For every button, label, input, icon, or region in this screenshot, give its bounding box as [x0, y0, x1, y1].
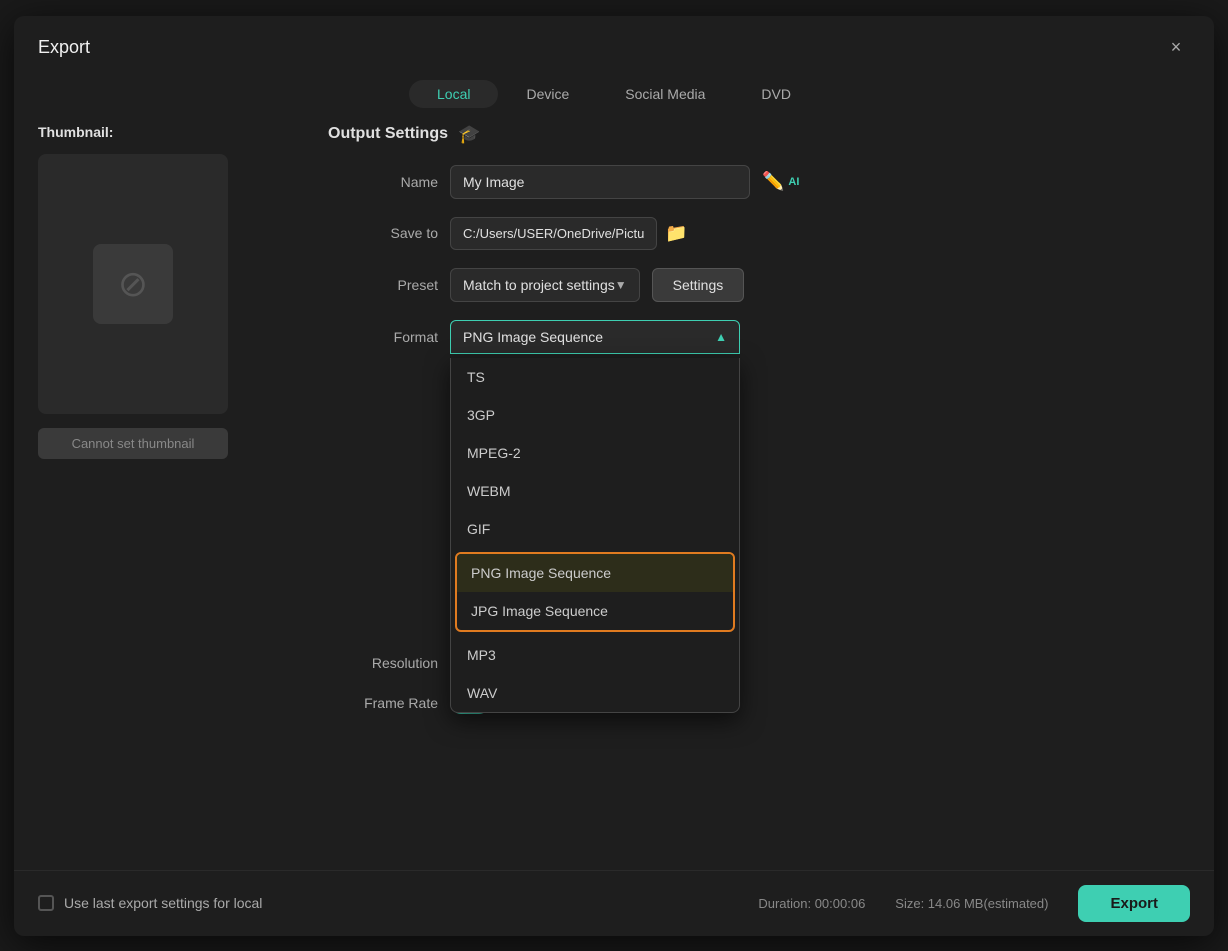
chevron-up-icon: ▲	[715, 330, 727, 344]
tab-dvd[interactable]: DVD	[733, 80, 819, 108]
main-content: Thumbnail: ⊘ Cannot set thumbnail Output…	[14, 124, 1214, 870]
ai-icon: ✏️	[762, 171, 784, 192]
tab-social-media[interactable]: Social Media	[597, 80, 733, 108]
preset-select-row: Match to project settings ▼ Settings	[450, 268, 744, 302]
export-button[interactable]: Export	[1078, 885, 1190, 922]
ai-label: AI	[788, 176, 799, 188]
right-panel: Output Settings 🎓 Name ✏️ AI Save to C:/…	[318, 124, 1190, 850]
dropdown-item-gif[interactable]: GIF	[451, 510, 739, 548]
output-settings-title: Output Settings	[328, 125, 448, 143]
dropdown-item-3gp[interactable]: 3GP	[451, 396, 739, 434]
save-to-input[interactable]: C:/Users/USER/OneDrive/Pictu	[450, 217, 657, 250]
dialog-title: Export	[38, 37, 90, 58]
resolution-label: Resolution	[328, 655, 438, 671]
dropdown-item-jpg-seq[interactable]: JPG Image Sequence	[457, 592, 733, 630]
footer: Use last export settings for local Durat…	[14, 870, 1214, 936]
format-row: Format PNG Image Sequence ▲ TS 3GP MPEG-…	[328, 320, 1190, 354]
frame-rate-label: Frame Rate	[328, 695, 438, 711]
save-to-input-row: C:/Users/USER/OneDrive/Pictu 📁	[450, 217, 688, 250]
close-button[interactable]: ×	[1162, 34, 1190, 62]
use-last-settings-label: Use last export settings for local	[64, 895, 262, 911]
tabs-row: Local Device Social Media DVD	[14, 72, 1214, 124]
footer-right: Duration: 00:00:06 Size: 14.06 MB(estima…	[758, 885, 1190, 922]
preset-value: Match to project settings	[463, 277, 615, 293]
dropdown-item-ts[interactable]: TS	[451, 358, 739, 396]
preset-row: Preset Match to project settings ▼ Setti…	[328, 268, 1190, 302]
dropdown-item-mp3[interactable]: MP3	[451, 636, 739, 674]
cannot-set-thumbnail-button: Cannot set thumbnail	[38, 428, 228, 459]
output-settings-header: Output Settings 🎓	[328, 124, 1190, 145]
ai-rename-button[interactable]: ✏️ AI	[762, 171, 799, 192]
name-input[interactable]	[450, 165, 750, 199]
size-info: Size: 14.06 MB(estimated)	[895, 896, 1048, 911]
format-dropdown[interactable]: PNG Image Sequence ▲	[450, 320, 740, 354]
preset-label: Preset	[328, 277, 438, 293]
highlighted-group: PNG Image Sequence JPG Image Sequence	[455, 552, 735, 632]
thumbnail-preview: ⊘	[93, 244, 173, 324]
use-last-settings-checkbox[interactable]	[38, 895, 54, 911]
dropdown-item-mpeg2[interactable]: MPEG-2	[451, 434, 739, 472]
name-row: Name ✏️ AI	[328, 165, 1190, 199]
graduation-cap-icon: 🎓	[458, 124, 480, 145]
no-thumbnail-icon: ⊘	[118, 263, 148, 305]
left-panel: Thumbnail: ⊘ Cannot set thumbnail	[38, 124, 318, 850]
settings-button[interactable]: Settings	[652, 268, 745, 302]
dialog-header: Export ×	[14, 16, 1214, 72]
tab-device[interactable]: Device	[498, 80, 597, 108]
duration-info: Duration: 00:00:06	[758, 896, 865, 911]
tab-local[interactable]: Local	[409, 80, 498, 108]
dropdown-item-wav[interactable]: WAV	[451, 674, 739, 712]
thumbnail-box: ⊘	[38, 154, 228, 414]
folder-button[interactable]: 📁	[665, 223, 687, 244]
dropdown-item-png-seq[interactable]: PNG Image Sequence	[457, 554, 733, 592]
chevron-down-icon: ▼	[615, 278, 627, 292]
format-value: PNG Image Sequence	[463, 329, 603, 345]
format-label: Format	[328, 329, 438, 345]
footer-left: Use last export settings for local	[38, 895, 262, 911]
dropdown-item-webm[interactable]: WEBM	[451, 472, 739, 510]
save-to-label: Save to	[328, 225, 438, 241]
export-dialog: Export × Local Device Social Media DVD T…	[14, 16, 1214, 936]
thumbnail-label: Thumbnail:	[38, 124, 298, 140]
preset-dropdown[interactable]: Match to project settings ▼	[450, 268, 640, 302]
name-label: Name	[328, 174, 438, 190]
format-dropdown-list: TS 3GP MPEG-2 WEBM GIF PNG Image Sequenc…	[450, 358, 740, 713]
save-to-row: Save to C:/Users/USER/OneDrive/Pictu 📁	[328, 217, 1190, 250]
